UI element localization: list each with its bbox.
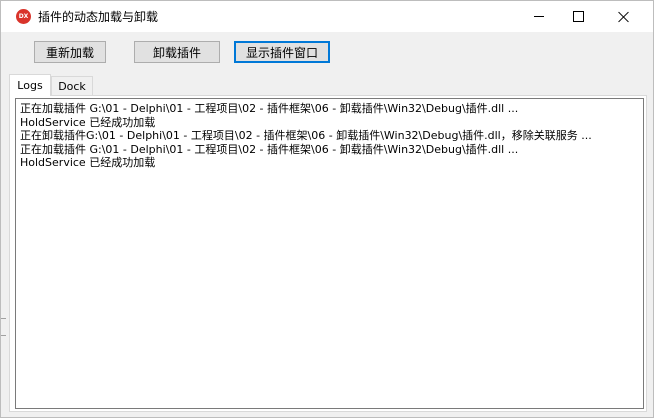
window-title: 插件的动态加载与卸载: [38, 10, 159, 24]
unload-plugin-button[interactable]: 卸载插件: [134, 41, 220, 63]
log-line: 正在卸载插件G:\01 - Delphi\01 - 工程项目\02 - 插件框架…: [20, 129, 592, 142]
tab-logs[interactable]: Logs: [9, 74, 51, 96]
tab-dock[interactable]: Dock: [51, 76, 93, 95]
log-line: HoldService 已经成功加载: [20, 156, 156, 169]
splitter-handle[interactable]: [1, 318, 6, 336]
app-icon: DX: [16, 9, 31, 24]
main-window: DX 插件的动态加载与卸载 重新加载 卸载插件 显示插件窗口 Logs Dock…: [0, 0, 654, 418]
minimize-icon: [534, 16, 544, 17]
maximize-button[interactable]: [555, 1, 601, 32]
log-line: 正在加载插件 G:\01 - Delphi\01 - 工程项目\02 - 插件框…: [20, 142, 519, 156]
maximize-icon: [572, 11, 584, 22]
show-plugin-window-button[interactable]: 显示插件窗口: [234, 41, 330, 63]
logs-tab-panel: 正在加载插件 G:\01 - Delphi\01 - 工程项目\02 - 插件框…: [9, 95, 647, 412]
log-line: HoldService 已经成功加载: [20, 115, 156, 129]
title-bar[interactable]: DX 插件的动态加载与卸载: [1, 1, 653, 32]
log-line: 正在加载插件 G:\01 - Delphi\01 - 工程项目\02 - 插件框…: [20, 102, 519, 115]
close-button[interactable]: [601, 1, 647, 32]
reload-button[interactable]: 重新加载: [34, 41, 106, 63]
log-memo[interactable]: 正在加载插件 G:\01 - Delphi\01 - 工程项目\02 - 插件框…: [15, 98, 644, 409]
close-icon: [618, 11, 630, 23]
